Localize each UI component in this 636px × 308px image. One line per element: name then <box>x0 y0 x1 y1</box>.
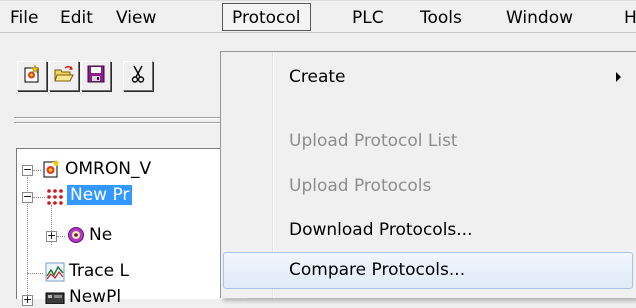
toolbar-divider-highlight <box>14 118 234 119</box>
save-icon <box>86 64 106 88</box>
expand-plc-toggle[interactable]: + <box>22 294 33 306</box>
collapse-protocol-toggle[interactable]: − <box>22 191 33 203</box>
trace-icon <box>45 262 65 286</box>
tree-node-new-protocol[interactable]: New Pr <box>67 185 133 205</box>
menu-file[interactable]: File <box>10 8 38 28</box>
menu-item-create[interactable]: Create <box>223 59 633 96</box>
collapse-root-toggle[interactable]: − <box>22 164 33 176</box>
save-button[interactable] <box>81 61 111 91</box>
project-icon <box>43 159 61 183</box>
menu-item-create-label: Create <box>289 67 346 87</box>
project-tree[interactable]: − OMRON_V − New Pr + Ne Trace L + NewPl <box>16 148 247 307</box>
expand-sequence-toggle[interactable]: + <box>46 230 57 242</box>
menu-tools[interactable]: Tools <box>420 8 462 28</box>
menu-view[interactable]: View <box>116 8 156 28</box>
tree-node-sequence[interactable]: Ne <box>89 225 112 245</box>
menu-plc[interactable]: PLC <box>352 8 384 28</box>
sequence-icon <box>67 226 85 248</box>
menu-window[interactable]: Window <box>506 8 573 28</box>
cut-button[interactable] <box>123 61 153 91</box>
cut-icon <box>128 64 148 88</box>
menu-item-upload-protocols-label: Upload Protocols <box>289 176 432 196</box>
submenu-arrow-icon <box>616 72 621 82</box>
menu-help[interactable]: H <box>624 8 636 28</box>
new-project-icon <box>22 64 42 88</box>
protocol-group-icon <box>45 187 65 211</box>
menu-item-compare-protocols[interactable]: Compare Protocols... <box>223 252 633 289</box>
tree-node-plc[interactable]: NewPl <box>69 287 121 307</box>
menu-bar: File Edit View Protocol PLC Tools Window… <box>0 0 636 32</box>
menu-edit[interactable]: Edit <box>60 8 93 28</box>
menu-item-download-protocols-label: Download Protocols... <box>289 220 473 240</box>
toolbar-divider-2-highlight <box>14 123 234 124</box>
menu-item-upload-protocol-list-label: Upload Protocol List <box>289 131 458 151</box>
menu-item-upload-protocol-list[interactable]: Upload Protocol List <box>223 123 633 160</box>
menu-item-compare-protocols-label: Compare Protocols... <box>289 260 466 280</box>
open-folder-icon <box>53 64 75 88</box>
protocol-menu-dropdown: Create Upload Protocol List Upload Proto… <box>220 51 636 298</box>
tree-node-root[interactable]: OMRON_V <box>65 159 151 179</box>
new-project-button[interactable] <box>17 61 47 91</box>
menu-item-download-protocols[interactable]: Download Protocols... <box>223 212 633 249</box>
plc-icon <box>45 289 65 308</box>
tree-node-trace[interactable]: Trace L <box>69 261 129 281</box>
open-button[interactable] <box>49 61 79 91</box>
menu-protocol[interactable]: Protocol <box>222 3 311 31</box>
menu-item-upload-protocols[interactable]: Upload Protocols <box>223 168 633 205</box>
